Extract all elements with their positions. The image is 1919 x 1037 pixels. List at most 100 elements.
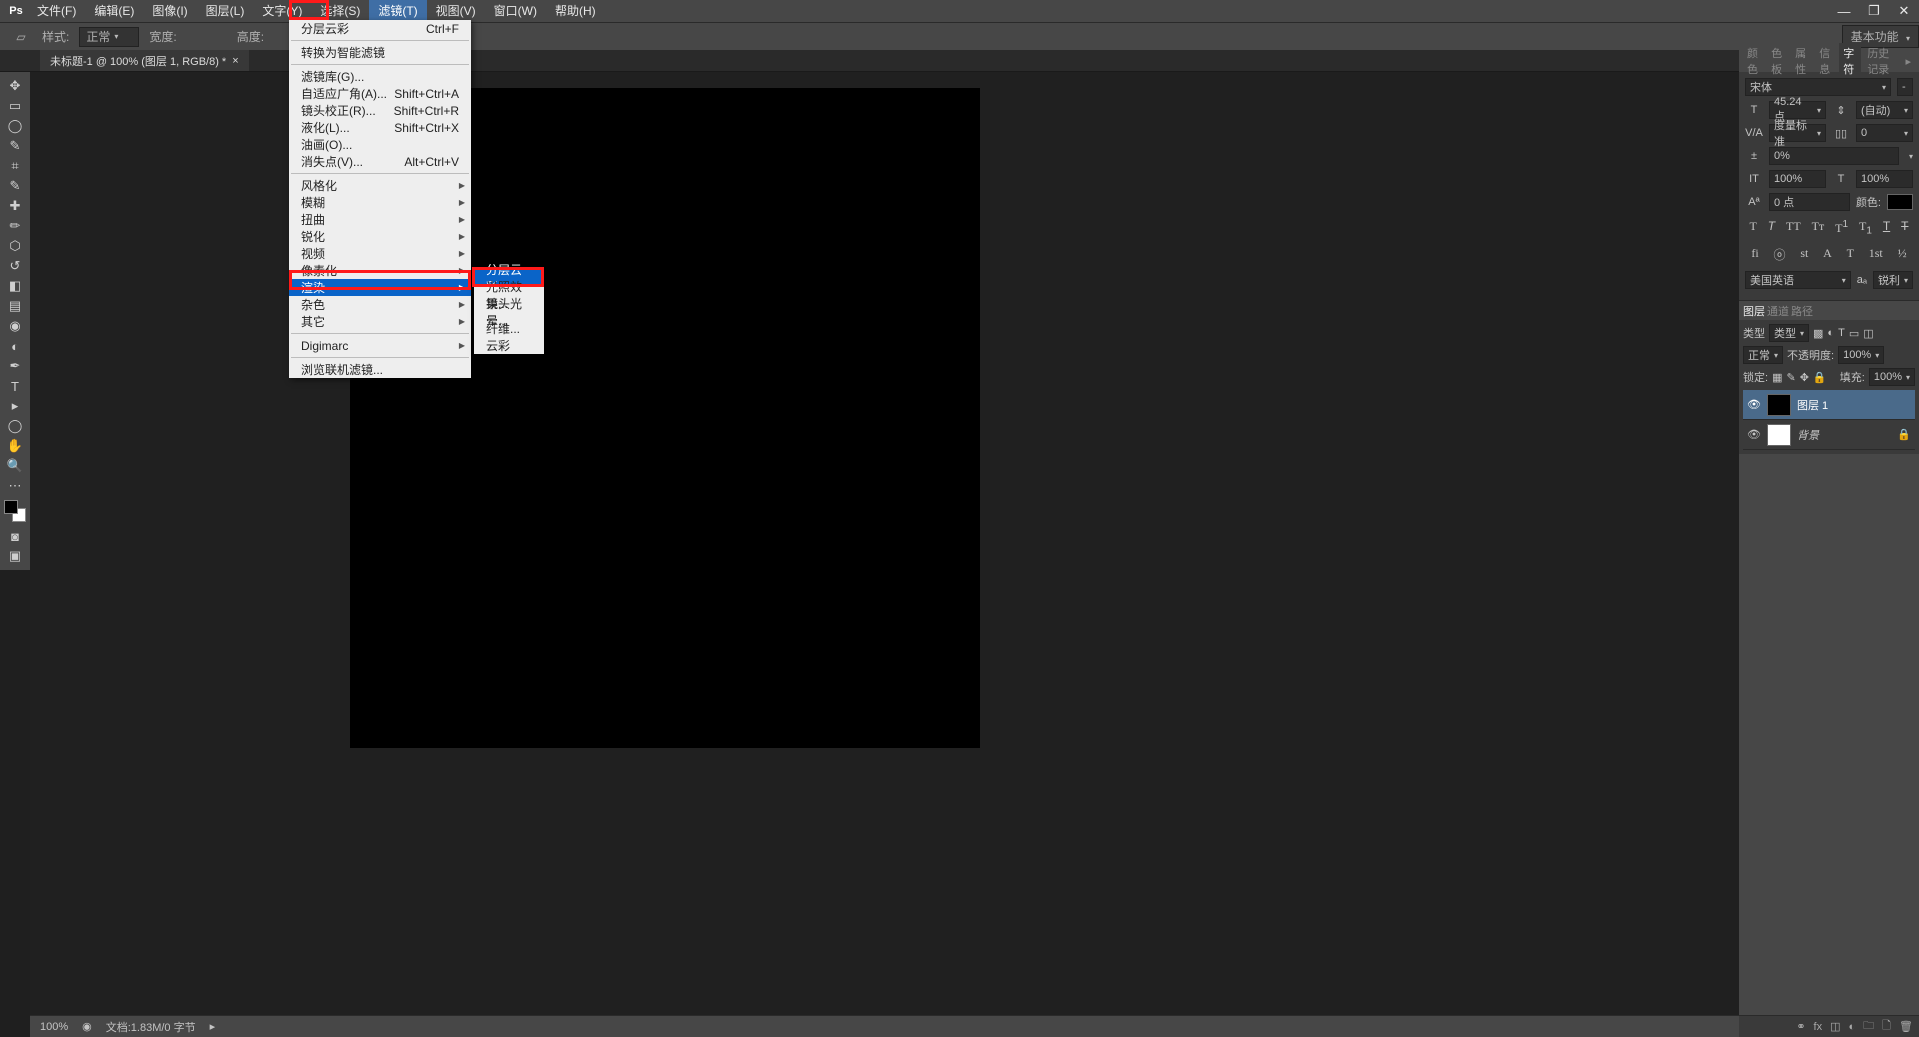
group-icon[interactable]: 🗀 bbox=[1863, 1017, 1874, 1036]
zoom-tool-icon[interactable]: 🔍 bbox=[0, 456, 30, 476]
menu-filter[interactable]: 滤镜(T) bbox=[369, 0, 426, 22]
aa-dropdown[interactable]: 锐利▾ bbox=[1873, 271, 1913, 289]
filter-other[interactable]: 其它 bbox=[289, 313, 471, 330]
lock-trans-icon[interactable]: ▦ bbox=[1772, 371, 1782, 384]
filter-liquify[interactable]: 液化(L)...Shift+Ctrl+X bbox=[289, 119, 471, 136]
tab-info[interactable]: 信息 bbox=[1815, 43, 1837, 79]
render-clouds[interactable]: 云彩 bbox=[474, 337, 544, 354]
filter-gallery[interactable]: 滤镜库(G)... bbox=[289, 68, 471, 85]
sub-button[interactable]: T1 bbox=[1855, 217, 1876, 238]
maximize-icon[interactable]: ❐ bbox=[1859, 0, 1889, 22]
ot-fi[interactable]: fi bbox=[1747, 244, 1762, 265]
tab-properties[interactable]: 属性 bbox=[1791, 43, 1813, 79]
minimize-icon[interactable]: — bbox=[1829, 0, 1859, 22]
filter-oil-paint[interactable]: 油画(O)... bbox=[289, 136, 471, 153]
render-lens-flare[interactable]: 镜头光晕... bbox=[474, 303, 544, 320]
layer-name[interactable]: 图层 1 bbox=[1797, 397, 1828, 413]
blur-tool-icon[interactable]: ◉ bbox=[0, 316, 30, 336]
tracking-field[interactable]: 度量标准▾ bbox=[1769, 124, 1826, 142]
filter-render[interactable]: 渲染 bbox=[289, 279, 471, 296]
filter-distort[interactable]: 扭曲 bbox=[289, 211, 471, 228]
filter-browse-online[interactable]: 浏览联机滤镜... bbox=[289, 361, 471, 378]
lock-pos-icon[interactable]: ✥ bbox=[1800, 371, 1809, 384]
menu-view[interactable]: 视图(V) bbox=[427, 0, 485, 22]
font-family-dropdown[interactable]: 宋体▾ bbox=[1745, 78, 1891, 96]
ot-ad[interactable]: T bbox=[1843, 244, 1858, 265]
caps-button[interactable]: TT bbox=[1782, 217, 1805, 238]
italic-button[interactable]: T bbox=[1764, 217, 1779, 238]
filter-video[interactable]: 视频 bbox=[289, 245, 471, 262]
filter-convert-smart[interactable]: 转换为智能滤镜 bbox=[289, 44, 471, 61]
doc-info[interactable]: 文档:1.83M/0 字节 bbox=[106, 1019, 196, 1035]
filter-adaptive-wide[interactable]: 自适应广角(A)...Shift+Ctrl+A bbox=[289, 85, 471, 102]
pen-tool-icon[interactable]: ✒ bbox=[0, 356, 30, 376]
smallcaps-button[interactable]: Tᴛ bbox=[1808, 217, 1829, 238]
ot-half[interactable]: ½ bbox=[1894, 244, 1911, 265]
bold-button[interactable]: T bbox=[1745, 217, 1760, 238]
marquee-tool-icon[interactable]: ▭ bbox=[0, 96, 30, 116]
visibility-icon[interactable]: 👁 bbox=[1747, 428, 1761, 441]
type-tool-icon[interactable]: T bbox=[0, 376, 30, 396]
lock-all-icon[interactable]: 🔒 bbox=[1813, 371, 1827, 384]
filter-smart-icon[interactable]: ◫ bbox=[1863, 327, 1873, 340]
gradient-tool-icon[interactable]: ▤ bbox=[0, 296, 30, 316]
zoom-level[interactable]: 100% bbox=[40, 1021, 68, 1033]
text-color-swatch[interactable] bbox=[1887, 194, 1913, 210]
menu-window[interactable]: 窗口(W) bbox=[485, 0, 546, 22]
filter-digimarc[interactable]: Digimarc bbox=[289, 337, 471, 354]
ot-o[interactable]: ⓞ bbox=[1770, 244, 1790, 265]
hand-tool-icon[interactable]: ✋ bbox=[0, 436, 30, 456]
menu-select[interactable]: 选择(S) bbox=[311, 0, 369, 22]
current-tool-icon[interactable]: ▱ bbox=[10, 26, 32, 48]
move-tool-icon[interactable]: ✥ bbox=[0, 76, 30, 96]
layer-item-background[interactable]: 👁 背景 🔒 bbox=[1743, 420, 1915, 450]
fill-field[interactable]: 100%▾ bbox=[1869, 368, 1915, 386]
hscale-field[interactable]: 100% bbox=[1856, 170, 1913, 188]
strike-button[interactable]: T bbox=[1897, 217, 1912, 238]
heal-tool-icon[interactable]: ✚ bbox=[0, 196, 30, 216]
kerning-field[interactable]: 0▾ bbox=[1856, 124, 1913, 142]
crop-tool-icon[interactable]: ⌗ bbox=[0, 156, 30, 176]
color-sample-icon[interactable]: ◉ bbox=[82, 1020, 92, 1033]
tab-channels[interactable]: 通道 bbox=[1767, 303, 1789, 319]
more-tool-icon[interactable]: ⋯ bbox=[0, 476, 30, 496]
link-layers-icon[interactable]: ⚭ bbox=[1796, 1020, 1805, 1033]
screen-mode-icon[interactable]: ▣ bbox=[0, 546, 30, 566]
style-dropdown[interactable]: 正常▾ bbox=[79, 27, 139, 47]
shape-tool-icon[interactable]: ◯ bbox=[0, 416, 30, 436]
doc-info-chevron-icon[interactable]: ▸ bbox=[210, 1020, 216, 1033]
document-tab[interactable]: 未标题-1 @ 100% (图层 1, RGB/8) * × bbox=[40, 50, 249, 71]
dodge-tool-icon[interactable]: ◐ bbox=[0, 336, 30, 356]
filter-adjust-icon[interactable]: ◐ bbox=[1827, 327, 1834, 339]
layer-fx-icon[interactable]: fx bbox=[1814, 1021, 1823, 1033]
filter-shape-icon[interactable]: ▭ bbox=[1849, 327, 1859, 340]
visibility-icon[interactable]: 👁 bbox=[1747, 398, 1761, 411]
filter-vanish-point[interactable]: 消失点(V)...Alt+Ctrl+V bbox=[289, 153, 471, 170]
blend-mode-dropdown[interactable]: 正常▾ bbox=[1743, 346, 1783, 364]
new-layer-icon[interactable]: 🗋 bbox=[1882, 1017, 1891, 1036]
super-button[interactable]: T1 bbox=[1831, 217, 1852, 238]
language-dropdown[interactable]: 美国英语▾ bbox=[1745, 271, 1851, 289]
close-icon[interactable]: ✕ bbox=[1889, 0, 1919, 22]
path-select-tool-icon[interactable]: ▸ bbox=[0, 396, 30, 416]
font-style-dropdown[interactable]: - bbox=[1897, 78, 1913, 96]
kind-dropdown[interactable]: 类型▾ bbox=[1769, 324, 1809, 342]
ot-st[interactable]: st bbox=[1796, 244, 1812, 265]
layer-mask-icon[interactable]: ◫ bbox=[1830, 1020, 1840, 1033]
tab-layers[interactable]: 图层 bbox=[1743, 303, 1765, 319]
underline-button[interactable]: T bbox=[1879, 217, 1894, 238]
color-swatch[interactable] bbox=[4, 500, 26, 522]
ot-A[interactable]: A bbox=[1819, 244, 1836, 265]
filter-noise[interactable]: 杂色 bbox=[289, 296, 471, 313]
lock-pixel-icon[interactable]: ✎ bbox=[1786, 371, 1795, 384]
eraser-tool-icon[interactable]: ◧ bbox=[0, 276, 30, 296]
filter-type-icon[interactable]: T bbox=[1838, 327, 1845, 339]
menu-help[interactable]: 帮助(H) bbox=[546, 0, 605, 22]
adjustment-icon[interactable]: ◐ bbox=[1849, 1021, 1856, 1033]
layer-item-1[interactable]: 👁 图层 1 bbox=[1743, 390, 1915, 420]
tab-paths[interactable]: 路径 bbox=[1791, 303, 1813, 319]
quick-mask-icon[interactable]: ◙ bbox=[0, 526, 30, 546]
shift-field[interactable]: 0 点 bbox=[1769, 193, 1850, 211]
filter-pixel-icon[interactable]: ▩ bbox=[1813, 327, 1823, 340]
tab-history[interactable]: 历史记录 bbox=[1863, 43, 1899, 79]
